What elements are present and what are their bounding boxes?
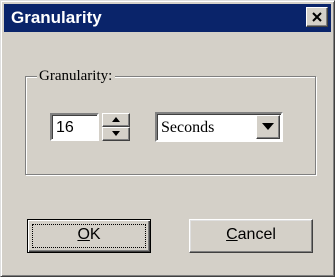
granularity-value-input[interactable]	[50, 113, 99, 141]
spin-up-button[interactable]	[102, 113, 130, 127]
close-icon	[312, 12, 322, 22]
unit-dropdown[interactable]: Seconds	[155, 112, 283, 142]
arrow-down-icon	[112, 131, 120, 136]
ok-mnemonic: O	[77, 226, 90, 243]
cancel-label-rest: ancel	[237, 226, 276, 243]
ok-button-label: OK	[77, 226, 100, 243]
close-button[interactable]	[306, 7, 328, 27]
spin-down-button[interactable]	[102, 127, 130, 141]
window-title: Granularity	[11, 8, 102, 27]
ok-button[interactable]: OK	[27, 219, 151, 253]
cancel-mnemonic: C	[226, 226, 238, 243]
ok-label-rest: K	[89, 226, 101, 243]
unit-selected-value: Seconds	[161, 119, 215, 136]
group-label: Granularity:	[37, 66, 116, 86]
chevron-down-icon	[262, 123, 274, 130]
title-bar[interactable]: Granularity	[4, 4, 331, 32]
cancel-button-label: Cancel	[226, 226, 276, 243]
arrow-up-icon	[112, 117, 120, 122]
dropdown-button[interactable]	[256, 115, 280, 139]
cancel-button[interactable]: Cancel	[189, 219, 313, 253]
